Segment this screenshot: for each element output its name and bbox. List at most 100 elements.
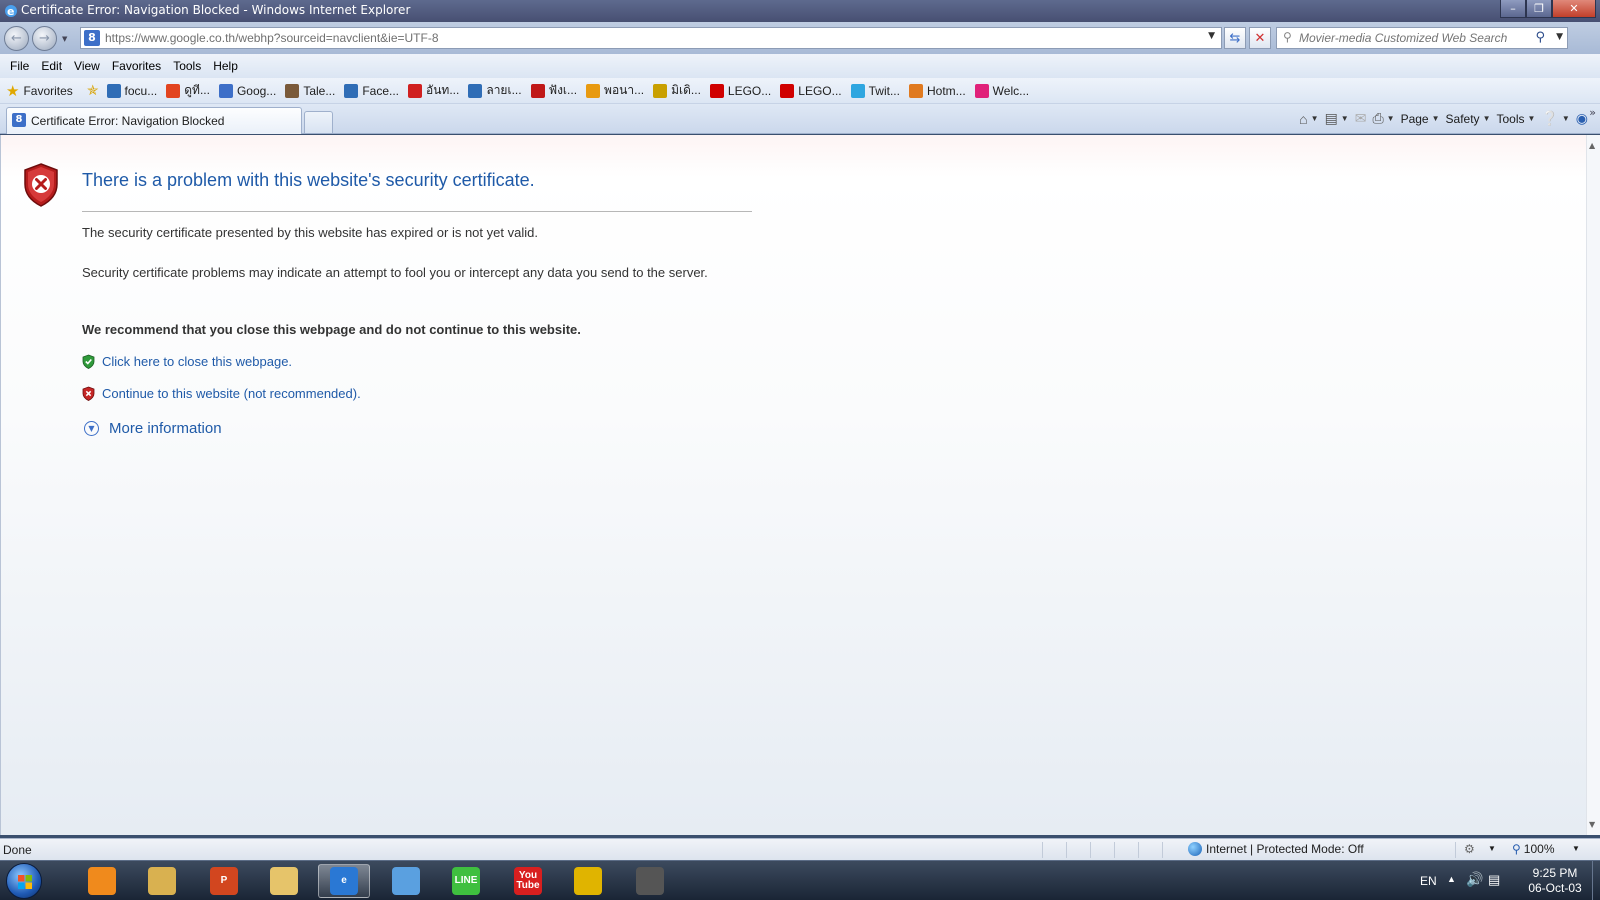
- restore-button[interactable]: ❐: [1526, 0, 1552, 18]
- help-button[interactable]: ❔ ▼: [1541, 110, 1569, 127]
- favorite-link[interactable]: ดูที...: [166, 81, 210, 100]
- scroll-down-arrow-icon[interactable]: ▼: [1589, 820, 1595, 829]
- taskbar-app-button[interactable]: LINE: [440, 864, 492, 898]
- tools-menu-button[interactable]: Tools ▼: [1496, 112, 1535, 126]
- tab-label: Certificate Error: Navigation Blocked: [31, 114, 225, 128]
- favorite-link[interactable]: มิเดิ...: [653, 81, 701, 100]
- favorite-label: ลายเ...: [486, 83, 522, 97]
- favorite-label: ดูที...: [184, 83, 210, 97]
- status-text: Done: [3, 843, 32, 857]
- safety-menu-button[interactable]: Safety ▼: [1446, 112, 1491, 126]
- help-dropdown-icon[interactable]: ▼: [1562, 114, 1570, 123]
- menu-file[interactable]: File: [4, 59, 35, 73]
- scroll-up-arrow-icon[interactable]: ▲: [1589, 141, 1595, 150]
- forward-button[interactable]: →: [32, 26, 57, 51]
- search-options-dropdown-icon[interactable]: ▼: [1556, 32, 1563, 42]
- home-dropdown-icon[interactable]: ▼: [1311, 114, 1319, 123]
- page-dropdown-icon: ▼: [1431, 114, 1440, 123]
- history-dropdown-icon[interactable]: ▼: [62, 35, 67, 43]
- close-window-button[interactable]: ✕: [1552, 0, 1596, 18]
- favorite-site-icon: [908, 83, 923, 98]
- search-input[interactable]: [1299, 30, 1529, 46]
- taskbar-app-button[interactable]: [76, 864, 128, 898]
- menu-edit[interactable]: Edit: [35, 59, 68, 73]
- add-to-favorites-bar-icon[interactable]: ✯: [87, 83, 99, 99]
- taskbar-app-button[interactable]: You Tube: [502, 864, 554, 898]
- status-divider: [1114, 842, 1115, 858]
- favorite-link[interactable]: Goog...: [218, 83, 276, 98]
- new-tab-button[interactable]: [304, 111, 333, 133]
- taskbar-app-button[interactable]: [136, 864, 188, 898]
- menu-tools[interactable]: Tools: [167, 59, 207, 73]
- search-box[interactable]: ⚲ ⚲ ▼: [1276, 27, 1568, 49]
- favorites-bar: ★ Favorites ✯ focu... ดูที... Goog... Tale.…: [0, 78, 1600, 104]
- menu-view[interactable]: View: [68, 59, 106, 73]
- show-desktop-button[interactable]: [1592, 861, 1600, 900]
- refresh-button[interactable]: ⇆: [1224, 27, 1246, 49]
- clock-time: 9:25 PM: [1532, 866, 1578, 880]
- taskbar-app-button[interactable]: P: [198, 864, 250, 898]
- favorite-link[interactable]: ฟังเ...: [530, 81, 577, 100]
- show-hidden-icons-icon[interactable]: ▲: [1447, 874, 1456, 884]
- address-bar[interactable]: 8 https://www.google.co.th/webhp?sourcei…: [80, 27, 1222, 49]
- zone-label: Internet | Protected Mode: Off: [1206, 842, 1364, 856]
- feeds-button[interactable]: ▤ ▼: [1325, 110, 1349, 127]
- recommendation-text: We recommend that you close this webpage…: [82, 322, 581, 337]
- search-icon[interactable]: ⚲: [1535, 30, 1545, 45]
- taskbar-app-button[interactable]: [380, 864, 432, 898]
- minimize-button[interactable]: –: [1500, 0, 1526, 18]
- favorite-link[interactable]: Welc...: [974, 83, 1029, 98]
- tab-certificate-error[interactable]: 8 Certificate Error: Navigation Blocked: [6, 107, 302, 134]
- explorer-docs-icon: [148, 867, 176, 895]
- menu-favorites[interactable]: Favorites: [106, 59, 167, 73]
- favorite-link[interactable]: focu...: [106, 83, 157, 98]
- taskbar-app-button[interactable]: [562, 864, 614, 898]
- powerpoint-icon: P: [210, 867, 238, 895]
- security-zone[interactable]: Internet | Protected Mode: Off: [1188, 842, 1364, 856]
- menu-help[interactable]: Help: [207, 59, 244, 73]
- more-information-link[interactable]: More information: [109, 420, 222, 437]
- protected-mode-dropdown-icon[interactable]: ▼: [1488, 844, 1496, 853]
- taskbar-app-button[interactable]: e: [318, 864, 370, 898]
- taskbar-app-button[interactable]: [258, 864, 310, 898]
- clock[interactable]: 9:25 PM 06-Oct-03: [1520, 866, 1590, 896]
- home-button[interactable]: ⌂ ▼: [1299, 111, 1318, 127]
- more-information-toggle[interactable]: ▼ More information: [84, 420, 222, 437]
- address-url[interactable]: https://www.google.co.th/webhp?sourceid=…: [105, 31, 439, 45]
- favorite-link[interactable]: Face...: [344, 83, 400, 98]
- favorite-link[interactable]: อันท...: [408, 81, 459, 100]
- close-webpage-link[interactable]: Click here to close this webpage.: [102, 354, 292, 369]
- favorite-link[interactable]: LEGO...: [709, 83, 771, 98]
- network-icon[interactable]: ▤: [1488, 872, 1500, 888]
- favorite-link[interactable]: Tale...: [285, 83, 335, 98]
- research-button[interactable]: ◉: [1576, 110, 1588, 127]
- favorite-link[interactable]: Hotm...: [908, 83, 966, 98]
- continue-to-website-link[interactable]: Continue to this website (not recommende…: [102, 386, 361, 401]
- protected-mode-icon[interactable]: ⚙: [1464, 842, 1475, 856]
- address-dropdown-icon[interactable]: ▼: [1208, 31, 1215, 41]
- start-button[interactable]: [6, 863, 42, 899]
- favorites-button[interactable]: ★ Favorites: [6, 82, 73, 100]
- favorite-link[interactable]: ลายเ...: [468, 81, 522, 100]
- favorite-label: Face...: [362, 83, 400, 98]
- zoom-control[interactable]: ⚲ 100%: [1512, 842, 1555, 856]
- chrome-icon: [574, 867, 602, 895]
- volume-icon[interactable]: 🔊: [1466, 871, 1483, 888]
- favorite-link[interactable]: LEGO...: [780, 83, 842, 98]
- print-button[interactable]: ⎙ ▼: [1372, 110, 1394, 127]
- command-bar: ⌂ ▼ ▤ ▼ ✉ ⎙ ▼ Page ▼ Safety ▼ Tools ▼ ❔ ▼ ◉: [1299, 110, 1588, 127]
- stop-button[interactable]: ✕: [1249, 27, 1271, 49]
- feeds-dropdown-icon[interactable]: ▼: [1341, 114, 1349, 123]
- vertical-scrollbar[interactable]: ▲ ▼: [1586, 135, 1600, 835]
- chevron-more-icon[interactable]: »: [1589, 106, 1596, 119]
- error-warning: Security certificate problems may indica…: [82, 265, 708, 280]
- page-menu-button[interactable]: Page ▼: [1401, 112, 1440, 126]
- taskbar-app-button[interactable]: [624, 864, 676, 898]
- read-mail-button[interactable]: ✉: [1355, 110, 1367, 127]
- favorite-link[interactable]: Twit...: [850, 83, 900, 98]
- language-indicator[interactable]: EN: [1420, 874, 1437, 888]
- back-button[interactable]: ←: [4, 26, 29, 51]
- favorite-link[interactable]: พอนา...: [586, 81, 644, 100]
- print-dropdown-icon[interactable]: ▼: [1387, 114, 1395, 123]
- zoom-dropdown-icon[interactable]: ▼: [1572, 844, 1580, 853]
